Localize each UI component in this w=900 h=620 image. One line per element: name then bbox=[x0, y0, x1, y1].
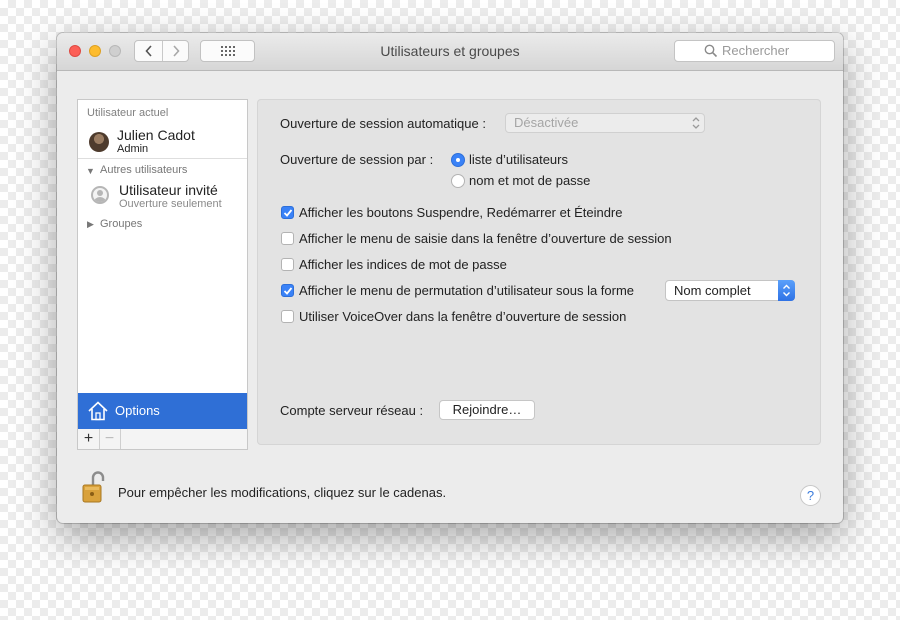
current-user-name: Julien Cadot bbox=[117, 127, 195, 143]
forward-button[interactable] bbox=[162, 41, 189, 61]
house-icon bbox=[88, 401, 108, 421]
switch-menu-value: Nom complet bbox=[674, 283, 751, 298]
checkbox-input-menu-label[interactable]: Afficher le menu de saisie dans la fenêt… bbox=[299, 231, 672, 246]
radio-name-password-label[interactable]: nom et mot de passe bbox=[469, 173, 590, 188]
close-button[interactable] bbox=[69, 45, 81, 57]
checkmark-icon bbox=[283, 287, 293, 295]
lock-hint-text: Pour empêcher les modifications, cliquez… bbox=[118, 485, 447, 500]
search-placeholder: Rechercher bbox=[722, 43, 790, 58]
disclosure-expanded-icon[interactable]: ▼ bbox=[86, 166, 95, 176]
zoom-button[interactable] bbox=[109, 45, 121, 57]
sidebar-separator bbox=[78, 158, 247, 159]
titlebar: Utilisateurs et groupes Rechercher bbox=[57, 33, 843, 71]
guest-avatar-icon bbox=[91, 186, 109, 204]
popup-arrows-icon bbox=[692, 117, 700, 129]
back-chevron-icon bbox=[144, 45, 152, 57]
show-all-button[interactable] bbox=[200, 40, 255, 62]
search-icon bbox=[704, 44, 718, 58]
checkbox-show-power-buttons-label[interactable]: Afficher les boutons Suspendre, Redémarr… bbox=[299, 205, 623, 220]
auto-login-label: Ouverture de session automatique : bbox=[280, 116, 486, 131]
current-user-header: Utilisateur actuel bbox=[87, 107, 169, 119]
popup-arrows-icon bbox=[778, 280, 795, 301]
sidebar-item-options[interactable]: Options bbox=[78, 393, 247, 429]
preferences-window: Utilisateurs et groupes Rechercher Utili… bbox=[57, 33, 843, 523]
minimize-button[interactable] bbox=[89, 45, 101, 57]
auto-login-popup[interactable]: Désactivée bbox=[505, 113, 705, 133]
navigation-buttons bbox=[134, 40, 189, 62]
checkbox-fast-user-switching-label[interactable]: Afficher le menu de permutation d’utilis… bbox=[299, 283, 634, 298]
checkbox-password-hints[interactable] bbox=[281, 258, 294, 271]
search-field[interactable]: Rechercher bbox=[674, 40, 835, 62]
guest-user-name[interactable]: Utilisateur invité bbox=[119, 182, 218, 198]
window-title: Utilisateurs et groupes bbox=[380, 43, 520, 59]
checkbox-input-menu[interactable] bbox=[281, 232, 294, 245]
login-as-label: Ouverture de session par : bbox=[280, 152, 434, 167]
back-button[interactable] bbox=[135, 41, 163, 61]
checkbox-voiceover-label[interactable]: Utiliser VoiceOver dans la fenêtre d’ouv… bbox=[299, 309, 626, 324]
help-button[interactable]: ? bbox=[800, 485, 821, 506]
checkbox-show-power-buttons[interactable] bbox=[281, 206, 294, 219]
options-label: Options bbox=[115, 403, 160, 418]
radio-user-list-label[interactable]: liste d’utilisateurs bbox=[469, 152, 568, 167]
checkbox-voiceover[interactable] bbox=[281, 310, 294, 323]
groups-header[interactable]: Groupes bbox=[100, 218, 142, 230]
checkbox-fast-user-switching[interactable] bbox=[281, 284, 294, 297]
radio-name-password[interactable] bbox=[451, 174, 465, 188]
forward-chevron-icon bbox=[172, 45, 180, 57]
sidebar-toolbar: + − bbox=[77, 429, 248, 450]
checkmark-icon bbox=[283, 209, 293, 217]
add-user-button[interactable]: + bbox=[78, 429, 100, 449]
lock-icon[interactable] bbox=[81, 470, 105, 504]
network-account-label: Compte serveur réseau : bbox=[280, 403, 424, 418]
login-options-panel: Ouverture de session automatique : Désac… bbox=[257, 99, 821, 445]
other-users-header: Autres utilisateurs bbox=[100, 164, 188, 176]
join-button[interactable]: Rejoindre… bbox=[439, 400, 535, 420]
current-user-avatar bbox=[89, 132, 109, 152]
users-sidebar: Utilisateur actuel Julien Cadot Admin ▼ … bbox=[77, 99, 248, 429]
auto-login-value: Désactivée bbox=[514, 115, 579, 130]
switch-menu-popup[interactable]: Nom complet bbox=[665, 280, 795, 301]
radio-user-list[interactable] bbox=[451, 153, 465, 167]
guest-user-subtitle: Ouverture seulement bbox=[119, 198, 222, 210]
current-user-role: Admin bbox=[117, 143, 149, 155]
checkbox-password-hints-label[interactable]: Afficher les indices de mot de passe bbox=[299, 257, 507, 272]
grid-icon bbox=[220, 46, 235, 56]
disclosure-collapsed-icon[interactable]: ▶ bbox=[87, 219, 94, 230]
remove-user-button[interactable]: − bbox=[99, 429, 121, 449]
